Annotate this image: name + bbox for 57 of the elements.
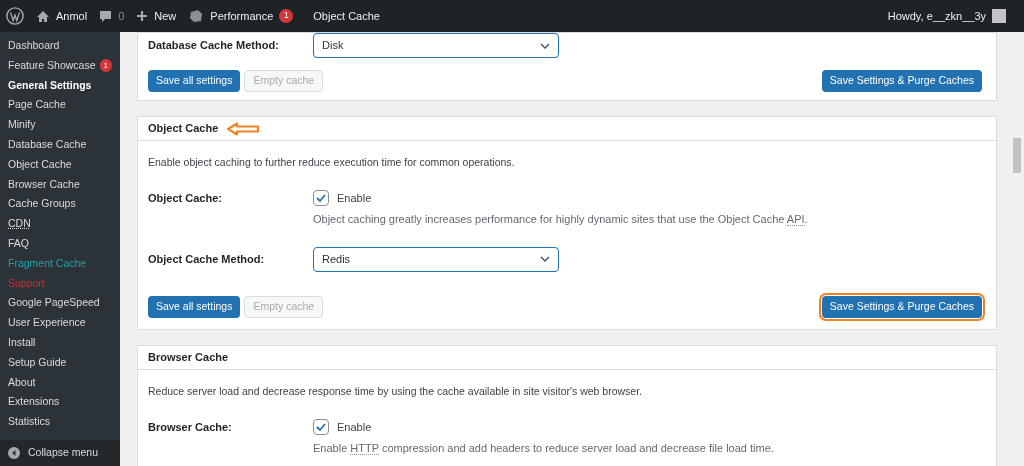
- cube-icon[interactable]: [188, 8, 205, 24]
- sidebar-item[interactable]: Statistics: [0, 412, 120, 432]
- field-label: Database Cache Method:: [148, 38, 280, 54]
- comment-count: 0: [118, 8, 125, 24]
- performance-link[interactable]: Performance: [210, 7, 274, 25]
- help-text: Object caching greatly increases performance for highly dynamic sites that use the Object Cache API.: [313, 212, 808, 228]
- method-select[interactable]: Disk: [313, 33, 559, 58]
- sidebar-item[interactable]: Minify: [0, 115, 120, 135]
- method-select[interactable]: Redis: [313, 246, 559, 272]
- notification-badge: 1: [279, 9, 294, 23]
- field-label: Object Cache:: [148, 190, 223, 206]
- new-link[interactable]: New: [154, 7, 177, 25]
- sidebar-item[interactable]: User Experience: [0, 313, 120, 333]
- site-name-link[interactable]: Anmol: [56, 7, 88, 25]
- panel-title: Object Cache: [148, 121, 219, 137]
- sidebar-item[interactable]: Feature Showcase 1: [0, 55, 120, 76]
- sidebar-item[interactable]: Install: [0, 332, 120, 353]
- plus-icon[interactable]: [136, 10, 149, 22]
- home-icon[interactable]: [36, 9, 50, 23]
- save-all-button[interactable]: Save all settings: [148, 295, 241, 318]
- howdy-user-link[interactable]: Howdy, e__zkn__3y: [887, 7, 986, 25]
- checkbox[interactable]: [313, 418, 329, 435]
- comment-icon[interactable]: [99, 9, 113, 23]
- panel-title: Browser Cache: [148, 350, 229, 365]
- help-text: Enable HTTP compression and add headers to reduce server load and decrease file load time.: [313, 441, 774, 457]
- sidebar-item[interactable]: Object Cache: [0, 154, 120, 175]
- notification-badge: 1: [99, 59, 112, 73]
- enable-checkbox-label[interactable]: Enable: [313, 418, 774, 435]
- sidebar-item[interactable]: General Settings: [0, 75, 120, 96]
- sidebar-item[interactable]: Browser Cache: [0, 174, 120, 195]
- field-label: Object Cache Method:: [148, 252, 266, 267]
- sidebar-item[interactable]: Google PageSpeed: [0, 293, 120, 314]
- wordpress-logo-icon[interactable]: [6, 7, 24, 25]
- sidebar-item[interactable]: Page Cache: [0, 95, 120, 116]
- collapse-icon: [8, 447, 20, 459]
- checkbox[interactable]: [313, 190, 329, 206]
- chevron-down-icon: [540, 42, 550, 49]
- panel-description: Reduce server load and decrease response time by using the cache available in site visitor's web browser.: [148, 383, 644, 399]
- sidebar-item[interactable]: Cache Groups: [0, 194, 120, 215]
- panel-description: Enable object caching to further reduce execution time for common operations.: [148, 155, 516, 170]
- save-purge-button[interactable]: Save Settings & Purge Caches: [821, 295, 982, 318]
- save-all-button[interactable]: Save all settings: [148, 70, 241, 92]
- sidebar-item[interactable]: CDN: [0, 214, 120, 234]
- field-label: Browser Cache:: [148, 419, 233, 435]
- sidebar-item[interactable]: Dashboard: [0, 36, 120, 56]
- save-purge-button[interactable]: Save Settings & Purge Caches: [821, 70, 982, 92]
- sidebar-item[interactable]: About: [0, 372, 120, 393]
- sidebar-item[interactable]: Fragment Cache: [0, 253, 120, 274]
- enable-checkbox-label[interactable]: Enable: [313, 189, 808, 207]
- chevron-down-icon: [540, 256, 550, 263]
- checkmark-icon: [315, 192, 327, 204]
- sidebar-item[interactable]: Database Cache: [0, 135, 120, 155]
- sidebar-item[interactable]: Setup Guide: [0, 352, 120, 373]
- sidebar-item[interactable]: Extensions: [0, 392, 120, 413]
- current-page-link[interactable]: Object Cache: [313, 7, 380, 25]
- sidebar-item[interactable]: FAQ: [0, 233, 120, 254]
- collapse-menu-button[interactable]: Collapse menu: [0, 440, 120, 466]
